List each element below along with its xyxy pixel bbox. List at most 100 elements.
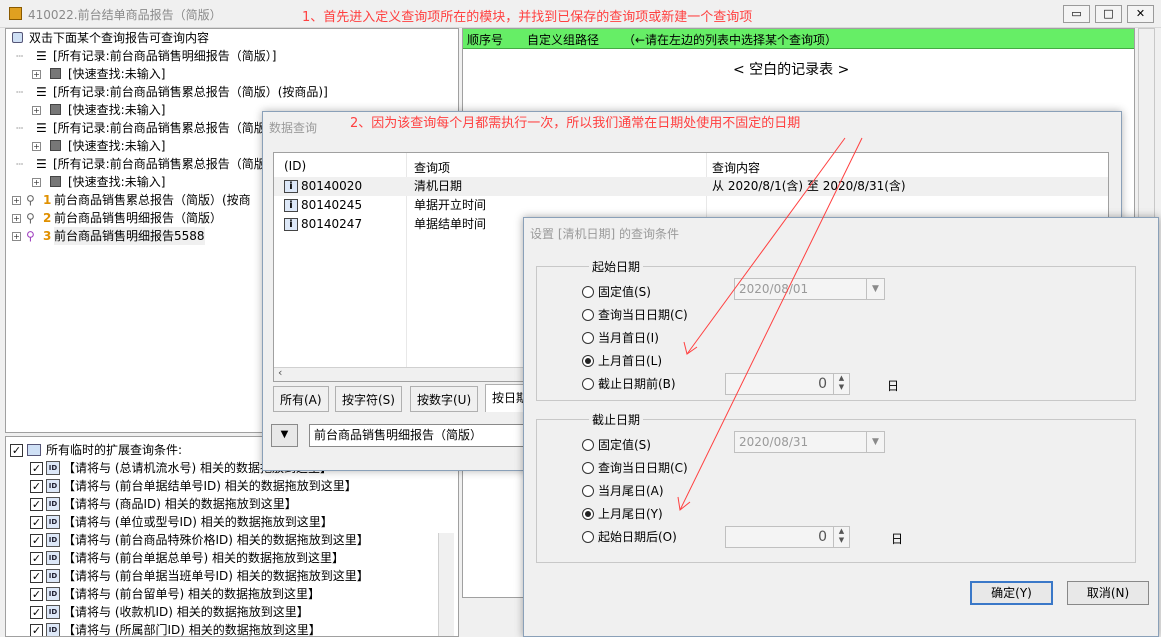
start-days-spinner[interactable]: 0 ▲ ▼ [725,373,850,395]
conditions-icon [27,444,41,456]
expand-icon[interactable]: + [32,178,41,187]
option-label: 上月尾日(Y) [598,507,663,521]
tab-all[interactable]: 所有(A) [273,386,329,412]
tree-item-label: [所有记录:前台商品销售累总报告（简版 [53,157,266,171]
row-id: 80140020 [301,179,363,193]
id-icon: ID [46,587,60,601]
ok-button[interactable]: 确定(Y) [970,581,1053,605]
tree-item-label: [快速查找:未输入] [68,67,166,81]
row-item: 单据结单时间 [414,217,487,231]
tree-item-label: [所有记录:前台商品销售累总报告（简版）(按商品)] [53,85,328,99]
checkbox[interactable]: ✓ [30,516,43,529]
end-days-spinner[interactable]: 0 ▲ ▼ [725,526,850,548]
quick-find-icon [50,176,61,187]
report-number: 3 [43,229,52,243]
conditions-scrollbar[interactable] [438,533,454,636]
end-days-unit: 日 [891,532,904,546]
checkbox[interactable]: ✓ [10,444,23,457]
chevron-down-icon[interactable]: ▼ [866,432,884,452]
tree-item-label: [所有记录:前台商品销售明细报告（简版）] [53,49,277,63]
end-date-value: 2020/08/31 [739,435,809,449]
expand-icon[interactable]: + [12,214,21,223]
quick-find-icon [50,104,61,115]
tree-item-label: [快速查找:未输入] [68,175,166,189]
radio-button[interactable] [582,378,594,390]
tab-by-number[interactable]: 按数字(U) [410,386,479,412]
report-dropdown-button[interactable]: ▼ [271,424,298,447]
quick-find-icon [50,68,61,79]
column-order[interactable]: 顺序号 [467,31,503,48]
spin-arrows-icon[interactable]: ▲ ▼ [833,527,849,547]
radio-button[interactable] [582,485,594,497]
tree-item-label: 前台商品销售明细报告5588 [54,227,205,245]
expand-icon[interactable]: + [32,142,41,151]
checkbox[interactable]: ✓ [30,480,43,493]
start-date-picker[interactable]: 2020/08/01 ▼ [734,278,885,300]
scroll-left-icon[interactable]: ‹ [278,366,282,379]
option-label: 固定值(S) [598,438,651,452]
checkbox[interactable]: ✓ [30,552,43,565]
info-icon: i [284,199,298,212]
option-label: 上月首日(L) [598,354,663,368]
row-item: 单据开立时间 [414,198,487,212]
radio-button-selected[interactable] [582,355,594,367]
radio-button-selected[interactable] [582,508,594,520]
column-query-content[interactable]: 查询内容 [712,159,760,176]
empty-record-label: < 空白的记录表 > [733,62,850,78]
tree-item-label: 前台商品销售累总报告（简版）(按商 [54,193,251,207]
app-icon [9,7,22,20]
checkbox[interactable]: ✓ [30,624,43,636]
query-root-icon [12,32,23,43]
cancel-button[interactable]: 取消(N) [1067,581,1149,605]
radio-button[interactable] [582,439,594,451]
tree-item-label: [快速查找:未输入] [68,139,166,153]
dialog-title: 数据查询 [269,121,318,135]
maximize-button[interactable]: □ [1095,5,1122,23]
id-icon: ID [46,605,60,619]
expand-icon[interactable]: + [12,232,21,241]
query-row[interactable]: i 80140245 单据开立时间 [274,196,1108,215]
tree-item-label: [所有记录:前台商品销售累总报告（简版 [53,121,266,135]
end-date-picker[interactable]: 2020/08/31 ▼ [734,431,885,453]
checkbox[interactable]: ✓ [30,462,43,475]
minimize-button[interactable]: ▭ [1063,5,1090,23]
list-lines-icon: ☰ [36,121,47,135]
quick-find-icon [50,140,61,151]
date-condition-dialog: 设置 [清机日期] 的查询条件 起始日期 固定值(S) 查询当日日期(C) 当月… [523,217,1159,637]
radio-button[interactable] [582,531,594,543]
checkbox[interactable]: ✓ [30,498,43,511]
tree-item-label: [快速查找:未输入] [68,103,166,117]
query-row[interactable]: i 80140020 清机日期 从 2020/8/1(含) 至 2020/8/3… [274,177,1108,196]
radio-button[interactable] [582,309,594,321]
option-label: 查询当日日期(C) [598,308,688,322]
dialog-title: 设置 [清机日期] 的查询条件 [530,227,679,241]
tab-by-char[interactable]: 按字符(S) [335,386,402,412]
option-label: 起始日期后(O) [598,530,677,544]
radio-button[interactable] [582,332,594,344]
id-icon: ID [46,497,60,511]
checkbox[interactable]: ✓ [30,570,43,583]
column-custom-path[interactable]: 自定义组路径 [527,31,599,48]
expand-icon[interactable]: + [32,70,41,79]
id-icon: ID [46,551,60,565]
record-table-header: 顺序号 自定义组路径 （←请在左边的列表中选择某个查询项） [463,29,1134,49]
radio-button[interactable] [582,462,594,474]
checkbox[interactable]: ✓ [30,606,43,619]
row-content: 从 2020/8/1(含) 至 2020/8/31(含) [712,179,906,193]
expand-icon[interactable]: + [12,196,21,205]
radio-button[interactable] [582,286,594,298]
checkbox[interactable]: ✓ [30,588,43,601]
conditions-header-label: 所有临时的扩展查询条件: [46,443,183,457]
condition-label: 【请将与 (前台单据结单号ID) 相关的数据拖放到这里】 [63,479,357,493]
chevron-down-icon[interactable]: ▼ [866,279,884,299]
expand-icon[interactable]: + [32,106,41,115]
list-lines-icon: ☰ [36,49,47,63]
checkbox[interactable]: ✓ [30,534,43,547]
list-lines-icon: ☰ [36,157,47,171]
spin-arrows-icon[interactable]: ▲ ▼ [833,374,849,394]
column-query-item[interactable]: 查询项 [414,159,450,176]
condition-label: 【请将与 (单位或型号ID) 相关的数据拖放到这里】 [63,515,333,529]
close-button[interactable]: ✕ [1127,5,1154,23]
report-number: 1 [43,193,52,207]
column-id[interactable]: (ID) [284,159,306,173]
